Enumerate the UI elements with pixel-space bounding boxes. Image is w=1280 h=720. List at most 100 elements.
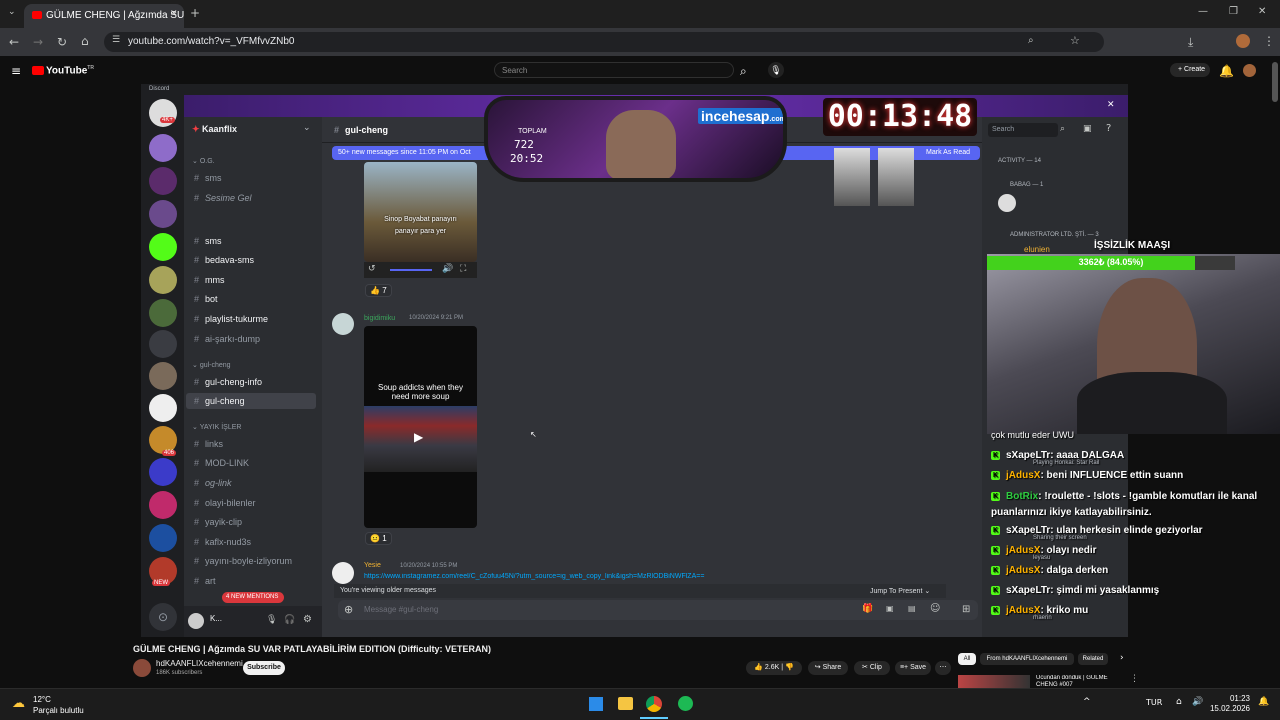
category-og[interactable]: ⌄ O.G. (192, 157, 215, 165)
channel-olayi-bilenler[interactable]: # olayi-bilenler (194, 498, 256, 508)
apps-icon[interactable]: ⊞ (962, 605, 970, 615)
channel-kaflx-nud3s[interactable]: # kaflx-nud3s (194, 537, 251, 547)
tray-overflow-icon[interactable]: ^ (1083, 698, 1091, 707)
video-seek-bar[interactable] (390, 269, 432, 271)
reload-icon[interactable]: ↻ (57, 36, 67, 48)
kick-server-icon[interactable] (149, 233, 177, 261)
weather-icon[interactable]: ☁ (12, 697, 25, 710)
server-name[interactable]: ✦ Kaanflix (192, 124, 237, 135)
server-icon[interactable] (149, 458, 177, 486)
page-scrollbar[interactable] (1272, 62, 1278, 102)
download-icon[interactable]: ⤓ (1188, 36, 1193, 48)
channel-sesime-gel[interactable]: # Sesime Gel (194, 193, 252, 203)
category-gul-cheng[interactable]: ⌄ gul-cheng (192, 361, 231, 369)
dislike-icon[interactable]: 👎 (785, 664, 794, 671)
member-name[interactable]: elunien (1024, 245, 1050, 254)
replay-icon[interactable]: ↺ (368, 265, 376, 274)
server-icon[interactable] (149, 394, 177, 422)
back-icon[interactable]: ← (9, 36, 19, 48)
server-icon[interactable] (149, 299, 177, 327)
new-mentions-pill[interactable]: 4 NEW MENTIONS (222, 592, 284, 603)
channel-links[interactable]: # links (194, 439, 223, 449)
notification-center-icon[interactable]: 🔔 (1258, 698, 1269, 707)
share-button[interactable]: ↪ Share (808, 661, 848, 675)
message-link[interactable]: https://www.instagramez.com/reel/C_cZofu… (364, 573, 794, 580)
gif-icon[interactable]: ▣ (886, 605, 894, 613)
message-author[interactable]: bigidimiku (364, 315, 395, 322)
language-indicator[interactable]: TUR (1146, 699, 1162, 707)
video-attachment-1[interactable]: Sinop Boyabat panayırı panayır para yer (364, 162, 477, 262)
channel-mod-link[interactable]: # MOD-LINK (194, 458, 249, 468)
inbox-icon[interactable]: ▣ (1083, 125, 1092, 134)
reaction-chip[interactable]: 👍 7 (365, 284, 392, 297)
server-icon[interactable] (149, 330, 177, 358)
close-window-icon[interactable]: ✕ (1258, 7, 1266, 17)
zoom-icon[interactable]: ⌕ (1028, 36, 1034, 46)
channel-sms[interactable]: # sms (194, 173, 222, 183)
channel-gul-cheng-info[interactable]: # gul-cheng-info (194, 377, 262, 387)
network-icon[interactable]: ⌂ (1176, 698, 1182, 707)
discord-search-icon[interactable]: ⌕ (1060, 125, 1065, 134)
related-more-icon[interactable]: ⋮ (1130, 675, 1139, 684)
address-bar[interactable]: ☰ youtube.com/watch?v=_VFMfvvZNb0 ⌕ ☆ (104, 32, 1104, 52)
channel-mms[interactable]: # mms (194, 275, 225, 285)
channel-name[interactable]: hdKAANFLIXcehennemi (156, 659, 243, 668)
jump-to-present-button[interactable]: Jump To Present ⌄ (870, 587, 930, 595)
menu-dots-icon[interactable]: ⋮ (1263, 35, 1275, 47)
message-input[interactable]: ⊕ Message #gul-cheng 🎁 ▣ ▤ ☺ (338, 600, 978, 620)
fullscreen-icon[interactable]: ⛶ (460, 265, 466, 274)
emoji-icon[interactable]: ☺ (930, 604, 940, 614)
browser-tab[interactable]: GÜLME CHENG | Ağzımda SU V ✕ (24, 4, 184, 28)
profile-avatar[interactable] (1236, 34, 1250, 48)
create-button[interactable]: + Create (1170, 63, 1210, 77)
author-avatar[interactable] (332, 313, 354, 335)
search-icon[interactable]: ⌕ (740, 65, 747, 77)
subscribe-button[interactable]: Subscribe (243, 661, 285, 675)
start-icon[interactable] (589, 697, 603, 711)
yt-account-avatar[interactable] (1243, 64, 1256, 77)
video-attachment-2[interactable]: Soup addicts when they need more soup ▶ (364, 326, 477, 528)
save-button[interactable]: ≡+ Save (895, 661, 931, 675)
more-actions-icon[interactable]: ⋯ (935, 661, 951, 675)
channel-yayini-boyle-izliyorum[interactable]: # yayını-boyle-izliyorum (194, 556, 292, 566)
youtube-search-input[interactable]: Search (494, 62, 734, 78)
like-icon[interactable]: 👍 (754, 664, 763, 671)
channel-bedava-sms[interactable]: # bedava-sms (194, 255, 254, 265)
server-dropdown-icon[interactable]: ⌄ (303, 124, 311, 133)
server-icon[interactable] (149, 167, 177, 195)
close-tab-icon[interactable]: ✕ (170, 10, 178, 19)
discover-servers-icon[interactable]: ⊙ (149, 603, 177, 631)
related-video-title[interactable]: Ucundan döndük | GÜLME CHENG #007 (1036, 675, 1126, 688)
server-icon[interactable] (149, 362, 177, 390)
channel-og-link[interactable]: # og-link (194, 478, 232, 488)
notifications-bell-icon[interactable]: 🔔 (1219, 65, 1234, 77)
file-explorer-icon[interactable] (618, 697, 633, 710)
user-avatar[interactable] (188, 613, 204, 629)
new-tab-icon[interactable]: + (190, 7, 200, 19)
home-icon[interactable]: ⌂ (81, 35, 89, 47)
member-avatar[interactable] (998, 194, 1016, 212)
channel-playlist-tukurme[interactable]: # playlist-tukurme (194, 314, 268, 324)
hamburger-menu-icon[interactable]: ≡ (11, 65, 21, 77)
category-yayik-isler[interactable]: ⌄ YAYIK İŞLER (192, 423, 241, 431)
close-overlay-icon[interactable]: ✕ (1107, 101, 1115, 110)
filter-chip-related[interactable]: Related (1078, 653, 1108, 665)
discord-search-input[interactable]: Search (988, 123, 1058, 137)
filter-chip-all[interactable]: All (958, 653, 976, 665)
volume-tray-icon[interactable]: 🔊 (1192, 698, 1203, 707)
author-avatar[interactable] (332, 562, 354, 584)
channel-art[interactable]: # art (194, 576, 216, 586)
spotify-icon[interactable] (678, 696, 693, 711)
mic-icon[interactable]: 🎙 (266, 616, 277, 625)
settings-gear-icon[interactable]: ⚙ (303, 615, 312, 625)
minimize-icon[interactable]: — (1198, 7, 1208, 17)
channel-sms-2[interactable]: # sms (194, 236, 222, 246)
filter-chip-channel[interactable]: From hdKAANFLIXcehennemi (980, 653, 1074, 665)
sticker-icon[interactable]: ▤ (908, 605, 916, 613)
chevron-right-icon[interactable]: › (1120, 654, 1124, 663)
volume-icon[interactable]: 🔊 (442, 265, 453, 274)
channel-avatar[interactable] (133, 659, 151, 677)
reaction-chip[interactable]: 😐 1 (365, 532, 392, 545)
channel-gul-cheng[interactable]: # gul-cheng (194, 396, 245, 406)
play-icon[interactable]: ▶ (414, 430, 423, 444)
